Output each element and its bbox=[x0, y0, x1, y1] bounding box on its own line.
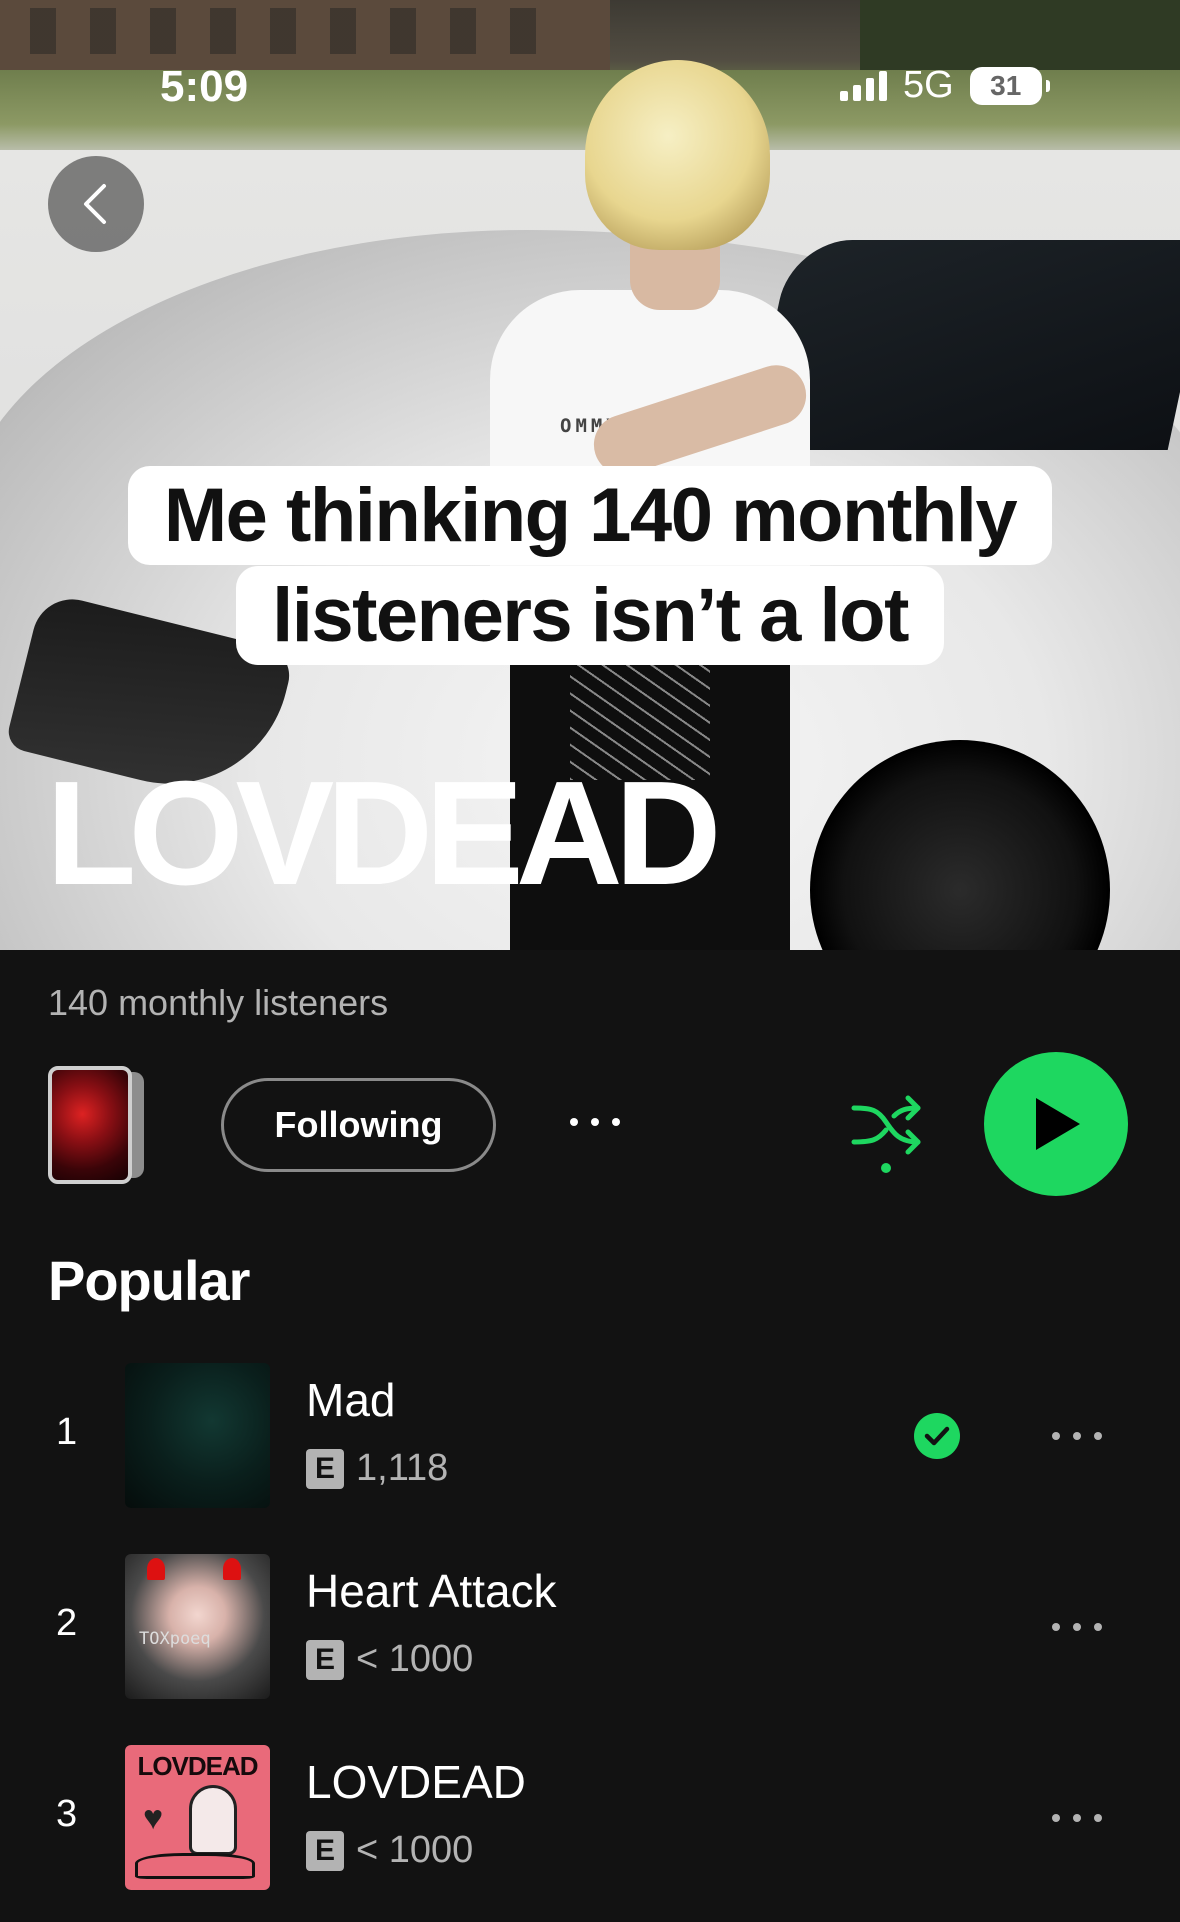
popular-section-title: Popular bbox=[48, 1249, 250, 1312]
battery-level: 31 bbox=[990, 69, 1022, 101]
caption-line-1: Me thinking 140 monthly bbox=[127, 466, 1053, 565]
track-row[interactable]: 2 TOXpoeq Heart Attack E < 1000 bbox=[0, 1554, 1180, 1699]
more-horizontal-icon bbox=[1052, 1623, 1060, 1631]
track-row[interactable]: 3 LOVDEAD ♥ LOVDEAD E < 1000 bbox=[0, 1745, 1180, 1890]
track-cover-art: TOXpoeq bbox=[125, 1554, 270, 1699]
track-rank: 3 bbox=[56, 1793, 78, 1835]
play-button[interactable] bbox=[984, 1052, 1128, 1196]
devil-horn-right bbox=[223, 1558, 241, 1580]
track-plays: < 1000 bbox=[356, 1829, 474, 1871]
background-trees bbox=[860, 0, 1180, 70]
artist-hair bbox=[585, 60, 770, 250]
explicit-badge: E bbox=[306, 1448, 344, 1489]
track-cover-art bbox=[125, 1363, 270, 1508]
cover-logo-text: LOVDEAD bbox=[137, 1751, 258, 1781]
status-indicators: 5G 31 bbox=[840, 64, 1050, 107]
more-horizontal-icon bbox=[570, 1118, 578, 1126]
more-horizontal-icon bbox=[1052, 1814, 1060, 1822]
shuffle-button[interactable] bbox=[848, 1090, 928, 1180]
track-title: Heart Attack bbox=[306, 1565, 557, 1617]
more-horizontal-icon bbox=[1052, 1432, 1060, 1440]
devil-horn-left bbox=[147, 1558, 165, 1580]
shuffle-icon bbox=[851, 1095, 921, 1173]
network-type: 5G bbox=[903, 64, 954, 106]
status-time: 5:09 bbox=[160, 62, 249, 111]
track-rank: 1 bbox=[56, 1411, 78, 1453]
thumbnail-front-card bbox=[48, 1066, 132, 1184]
track-rank: 2 bbox=[56, 1602, 78, 1644]
track-plays: < 1000 bbox=[356, 1638, 474, 1680]
following-button[interactable]: Following bbox=[221, 1078, 496, 1172]
check-circle-icon bbox=[924, 1426, 950, 1446]
track-plays: 1,118 bbox=[356, 1447, 449, 1489]
chevron-left-icon bbox=[84, 184, 106, 224]
artist-neck bbox=[630, 240, 720, 310]
saved-check-button[interactable] bbox=[914, 1413, 960, 1459]
broken-heart-icon: ♥ bbox=[143, 1799, 164, 1837]
track-title: LOVDEAD bbox=[306, 1756, 526, 1808]
track-more-button[interactable] bbox=[1052, 1421, 1102, 1451]
more-options-button[interactable] bbox=[570, 1102, 638, 1142]
explicit-badge: E bbox=[306, 1639, 344, 1680]
artist-name: LOVDEAD bbox=[46, 751, 722, 916]
cover-car-drawing bbox=[135, 1853, 255, 1879]
monthly-listeners: 140 monthly listeners bbox=[48, 982, 389, 1023]
track-meta: E < 1000 bbox=[306, 1638, 473, 1681]
track-cover-art: LOVDEAD ♥ bbox=[125, 1745, 270, 1890]
caption-line-2: listeners isn’t a lot bbox=[236, 566, 944, 665]
track-meta: E < 1000 bbox=[306, 1829, 473, 1872]
signal-icon bbox=[840, 70, 887, 101]
track-title: Mad bbox=[306, 1374, 396, 1426]
track-meta: E 1,118 bbox=[306, 1447, 448, 1490]
track-more-button[interactable] bbox=[1052, 1612, 1102, 1642]
battery-icon: 31 bbox=[969, 66, 1050, 105]
play-icon bbox=[1036, 1098, 1080, 1150]
explicit-badge: E bbox=[306, 1830, 344, 1871]
cover-caption-text: TOXpoeq bbox=[139, 1629, 211, 1649]
artist-release-thumbnail[interactable] bbox=[48, 1066, 146, 1184]
track-more-button[interactable] bbox=[1052, 1803, 1102, 1833]
caption-line-1-wrapper: Me thinking 140 monthly bbox=[0, 466, 1180, 565]
cover-figure bbox=[189, 1785, 237, 1855]
back-button[interactable] bbox=[48, 156, 144, 252]
caption-line-2-wrapper: listeners isn’t a lot bbox=[0, 566, 1180, 665]
track-row[interactable]: 1 Mad E 1,118 bbox=[0, 1363, 1180, 1508]
